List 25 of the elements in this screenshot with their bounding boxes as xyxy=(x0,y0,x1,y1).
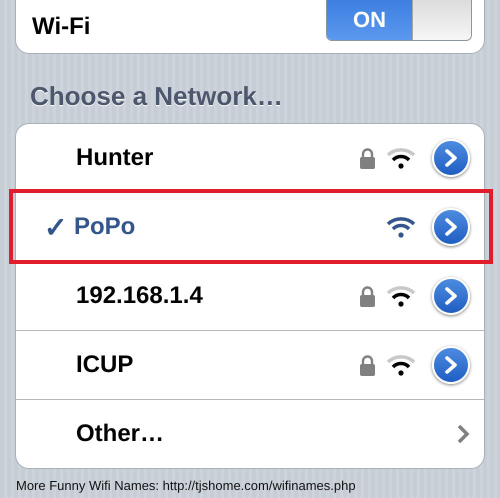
caption: More Funny Wifi Names: http://tjshome.com/wifinames.php xyxy=(16,478,357,493)
chevron-icon xyxy=(443,149,459,167)
wifi-signal-icon xyxy=(386,216,416,238)
details-button[interactable] xyxy=(432,139,470,177)
lock-icon xyxy=(359,286,376,306)
chevron-icon xyxy=(443,356,459,374)
checkmark: ✓ xyxy=(44,210,68,244)
lock-icon xyxy=(359,354,376,376)
lock-icon xyxy=(359,148,376,168)
wifi-signal-icon xyxy=(386,147,416,169)
other-network-label[interactable]: Other… xyxy=(76,420,164,448)
chevron-icon xyxy=(443,287,459,305)
details-button[interactable] xyxy=(432,208,470,246)
details-button[interactable] xyxy=(432,346,470,384)
details-button[interactable] xyxy=(432,277,470,315)
network-name[interactable]: PoPo xyxy=(74,213,136,241)
chevron-icon xyxy=(443,218,459,236)
network-name[interactable]: ICUP xyxy=(76,351,134,379)
wifi-label: Wi-Fi xyxy=(32,12,90,40)
wifi-signal-icon xyxy=(386,285,416,307)
network-name[interactable]: 192.168.1.4 xyxy=(76,282,203,310)
network-name[interactable]: Hunter xyxy=(76,144,154,172)
section-header: Choose a Network… xyxy=(30,81,284,113)
wifi-signal-icon xyxy=(386,354,416,376)
chevron-icon xyxy=(456,423,470,445)
